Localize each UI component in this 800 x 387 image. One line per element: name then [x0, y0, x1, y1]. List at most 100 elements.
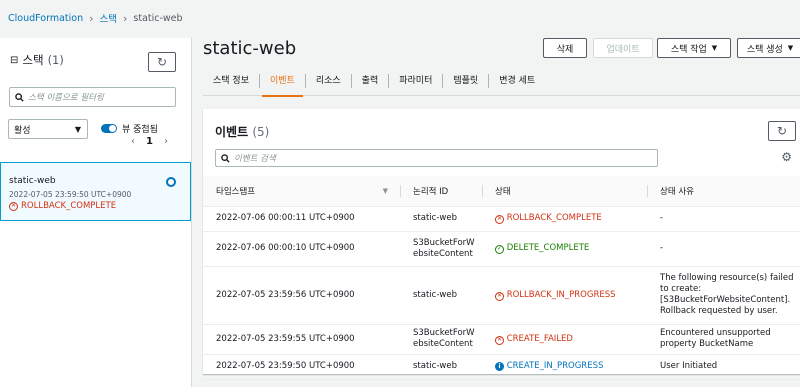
- stack-search-input[interactable]: 스택 이름으로 필터링: [9, 87, 176, 107]
- tab-template[interactable]: 템플릿: [443, 73, 490, 88]
- current-page-number[interactable]: 1: [146, 136, 153, 147]
- event-logical-id: static-web: [400, 266, 482, 325]
- events-panel: 이벤트 (5) ↻ 이벤트 검색 ⚙ 타임스탬프 ▼ 논리적 ID 상태 상태 사…: [203, 109, 800, 380]
- column-header-logical-id-label: 논리적 ID: [413, 186, 449, 197]
- nested-view-toggle[interactable]: 뷰 중첩됨: [101, 122, 158, 135]
- chevron-right-icon: ›: [122, 11, 128, 25]
- events-title: 이벤트 (5): [215, 123, 269, 140]
- refresh-stacks-button[interactable]: ↻: [148, 52, 176, 72]
- collapse-icon[interactable]: ⊟: [10, 55, 18, 66]
- stack-actions-button[interactable]: 스택 작업 ▼: [657, 38, 731, 58]
- stack-actions-label: 스택 작업: [670, 44, 707, 55]
- stack-status-filter[interactable]: 활성 ▼: [8, 119, 88, 139]
- tab-events[interactable]: 이벤트: [260, 73, 306, 97]
- sort-down-icon[interactable]: ▼: [383, 187, 388, 195]
- column-header-timestamp-label: 타임스탬프: [216, 186, 256, 197]
- error-icon: ✕: [495, 335, 504, 345]
- stacks-count: (1): [47, 53, 64, 67]
- event-search-input[interactable]: 이벤트 검색: [215, 149, 658, 167]
- event-status-text: CREATE_FAILED: [506, 333, 573, 344]
- table-row: 2022-07-05 23:59:56 UTC+0900 static-web …: [203, 266, 800, 325]
- stack-name[interactable]: static-web: [9, 176, 56, 186]
- stack-created-time: 2022-07-05 23:59:50 UTC+0900: [9, 190, 132, 199]
- event-status-reason: -: [647, 206, 800, 232]
- tab-outputs[interactable]: 출력: [352, 73, 390, 88]
- update-button[interactable]: 업데이트: [593, 38, 653, 58]
- event-status-reason: -: [647, 231, 800, 267]
- previous-page-icon[interactable]: ‹: [131, 136, 135, 147]
- tab-parameters[interactable]: 파라미터: [389, 73, 444, 88]
- search-icon: [15, 92, 24, 102]
- column-header-timestamp[interactable]: 타임스탬프 ▼: [203, 176, 400, 207]
- event-status: ✕ ROLLBACK_COMPLETE: [482, 206, 647, 232]
- column-header-status[interactable]: 상태: [482, 176, 647, 207]
- create-stack-button[interactable]: 스택 생성 ▼: [737, 38, 800, 58]
- event-search-placeholder: 이벤트 검색: [234, 154, 276, 164]
- event-timestamp: 2022-07-05 23:59:55 UTC+0900: [203, 324, 400, 355]
- info-icon: i: [495, 362, 504, 371]
- event-status-text: CREATE_IN_PROGRESS: [506, 361, 604, 371]
- nested-view-label: 뷰 중첩됨: [122, 125, 158, 135]
- event-status-reason: The following resource(s) failed to crea…: [647, 266, 800, 325]
- stack-status-filter-value: 활성: [14, 125, 31, 136]
- error-icon: ✕: [495, 215, 504, 224]
- chevron-right-icon: ›: [89, 11, 94, 25]
- error-icon: ✕: [9, 201, 18, 211]
- stack-status: ✕ ROLLBACK_COMPLETE: [9, 201, 116, 211]
- breadcrumb: CloudFormation › 스택 › static-web: [8, 11, 183, 26]
- event-timestamp: 2022-07-06 00:00:11 UTC+0900: [203, 206, 400, 232]
- table-row: 2022-07-05 23:59:55 UTC+0900 S3BucketFor…: [203, 324, 800, 355]
- event-status: ✓ DELETE_COMPLETE: [482, 231, 647, 267]
- stack-select-radio[interactable]: [166, 177, 176, 187]
- events-count: (5): [252, 125, 270, 139]
- search-icon: [221, 153, 230, 163]
- event-logical-id: S3BucketForWebsiteContent: [400, 231, 482, 267]
- breadcrumb-cloudformation-link[interactable]: CloudFormation: [8, 13, 83, 24]
- event-logical-id: S3BucketForWebsiteContent: [400, 324, 482, 355]
- refresh-icon: ↻: [156, 55, 168, 69]
- events-title-text: 이벤트: [215, 125, 249, 139]
- stack-list-item[interactable]: static-web 2022-07-05 23:59:50 UTC+0900 …: [0, 162, 191, 221]
- caret-down-icon: ▼: [74, 124, 81, 134]
- refresh-icon: ↻: [776, 124, 788, 138]
- column-header-status-reason[interactable]: 상태 사유: [647, 176, 800, 207]
- column-header-status-label: 상태: [495, 186, 511, 197]
- event-status-text: ROLLBACK_IN_PROGRESS: [506, 289, 616, 300]
- column-header-logical-id[interactable]: 논리적 ID: [400, 176, 482, 207]
- create-stack-label: 스택 생성: [746, 44, 783, 55]
- column-header-status-reason-label: 상태 사유: [660, 186, 694, 197]
- event-status: ✕ ROLLBACK_IN_PROGRESS: [482, 266, 647, 325]
- event-timestamp: 2022-07-06 00:00:10 UTC+0900: [203, 231, 400, 267]
- next-page-icon[interactable]: ›: [164, 136, 168, 147]
- event-status: i CREATE_IN_PROGRESS: [482, 354, 647, 380]
- breadcrumb-stacks-link[interactable]: 스택: [100, 11, 117, 25]
- event-logical-id: static-web: [400, 206, 482, 232]
- gear-icon[interactable]: ⚙: [781, 150, 792, 164]
- table-row: 2022-07-05 23:59:50 UTC+0900 static-web …: [203, 354, 800, 380]
- event-timestamp: 2022-07-05 23:59:56 UTC+0900: [203, 266, 400, 325]
- event-logical-id: static-web: [400, 354, 482, 380]
- delete-button-label: 삭제: [556, 44, 574, 55]
- stacks-panel-header: ⊟ 스택 (1): [10, 52, 64, 68]
- breadcrumb-current: static-web: [133, 12, 183, 24]
- caret-down-icon: ▼: [711, 44, 718, 52]
- tab-change-sets[interactable]: 변경 세트: [489, 74, 545, 88]
- stack-status-text: ROLLBACK_COMPLETE: [21, 201, 117, 211]
- tab-resources[interactable]: 리소스: [306, 73, 352, 88]
- success-icon: ✓: [495, 245, 504, 254]
- event-status-reason: Encountered unsupported property BucketN…: [647, 324, 800, 355]
- event-status-text: DELETE_COMPLETE: [506, 243, 590, 253]
- event-status-text: ROLLBACK_COMPLETE: [506, 213, 602, 223]
- toggle-switch[interactable]: [101, 124, 117, 133]
- pagination: ‹ 1 ›: [131, 136, 168, 147]
- table-row: 2022-07-06 00:00:11 UTC+0900 static-web …: [203, 206, 800, 232]
- tab-stack-info[interactable]: 스택 정보: [203, 73, 260, 88]
- table-row: 2022-07-06 00:00:10 UTC+0900 S3BucketFor…: [203, 231, 800, 267]
- delete-button[interactable]: 삭제: [543, 38, 587, 58]
- caret-down-icon: ▼: [787, 44, 794, 52]
- refresh-events-button[interactable]: ↻: [768, 121, 796, 141]
- events-table: 타임스탬프 ▼ 논리적 ID 상태 상태 사유 2022-07-06 00:00:…: [203, 176, 800, 380]
- stacks-title: 스택: [22, 53, 44, 67]
- page-title: static-web: [203, 38, 297, 59]
- error-icon: ✕: [495, 291, 504, 301]
